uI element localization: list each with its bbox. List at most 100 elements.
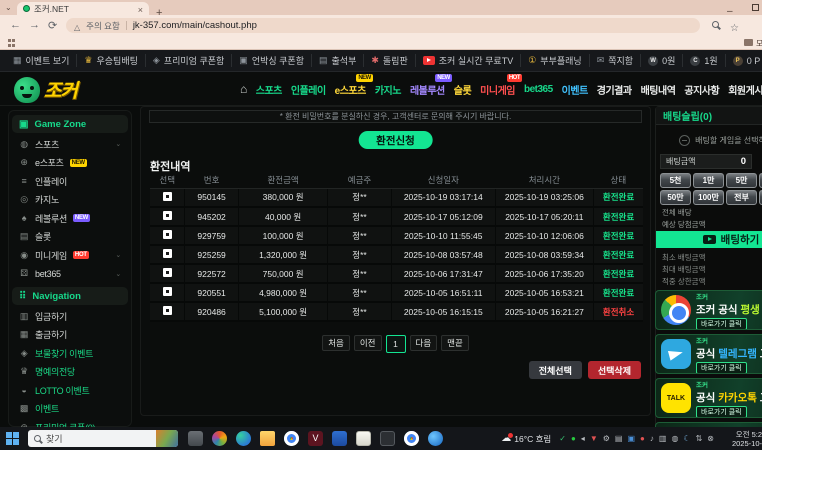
page-last-button[interactable]: 맨끝 <box>441 335 469 351</box>
quick-10k-button[interactable]: 1만 <box>693 173 724 188</box>
nav-notice[interactable]: 공지사항 <box>684 82 719 97</box>
place-bet-button[interactable]: 배팅하기 <box>656 231 762 248</box>
back-button[interactable] <box>10 19 21 31</box>
app-icon-widgets[interactable] <box>188 431 203 446</box>
tray-moon-icon[interactable]: ☾ <box>683 431 690 446</box>
reload-button[interactable] <box>48 19 57 32</box>
file-explorer-icon[interactable] <box>260 431 275 446</box>
select-all-button[interactable]: 전체선택 <box>529 361 582 379</box>
row-checkbox[interactable] <box>163 306 172 315</box>
sidebar-item-sports[interactable]: 스포츠 <box>12 135 128 154</box>
nav-minigame[interactable]: 미니게임HOT <box>480 82 515 97</box>
tray-network-icon[interactable]: ⇅ <box>696 431 703 446</box>
nav-results[interactable]: 경기결과 <box>597 82 632 97</box>
sidebar-item-hall-of-fame[interactable]: 명예의전당 <box>12 363 128 382</box>
quick-1m-button[interactable]: 100만 <box>693 190 724 205</box>
nav-esports[interactable]: e스포츠NEW <box>335 82 366 97</box>
edge-icon[interactable] <box>236 431 251 446</box>
sidebar-item-casino[interactable]: 카지노 <box>12 191 128 210</box>
sidebar-item-event[interactable]: 이벤트 <box>12 400 128 419</box>
nav-sports[interactable]: 스포츠 <box>256 82 282 97</box>
quick-all-button[interactable]: 전부 <box>726 190 757 205</box>
url-text[interactable]: jk-357.com/main/cashout.php <box>133 20 257 31</box>
banner-cta-button[interactable]: 바로가기 클릭 <box>696 362 747 374</box>
nav-event[interactable]: 이벤트 <box>562 82 588 97</box>
nav-inplay[interactable]: 인플레이 <box>291 82 326 97</box>
nav-home-icon[interactable] <box>240 82 247 96</box>
bet-amount-field[interactable]: 배팅금액 0 <box>660 154 752 169</box>
app-icon-notification[interactable] <box>428 431 443 446</box>
page-prev-button[interactable]: 이전 <box>354 335 382 351</box>
quick-5k-button[interactable]: 5천 <box>660 173 691 188</box>
nav-slot[interactable]: 슬롯 <box>454 82 471 97</box>
tray-volume-icon[interactable]: ♪ <box>650 431 654 446</box>
topbar-item-free-tv[interactable]: 조커 실시간 무료TV <box>416 54 521 67</box>
tray-green-dot-icon[interactable]: ● <box>571 431 576 446</box>
sidebar-item-bet365[interactable]: bet365 <box>12 265 128 284</box>
quick-max-button[interactable]: MAX <box>759 190 762 205</box>
movies-icon[interactable] <box>332 431 347 446</box>
banner-cta-button[interactable]: 바로가기 클릭 <box>696 318 747 330</box>
tray-close-icon[interactable]: ⊗ <box>707 431 714 446</box>
zoom-icon[interactable] <box>712 21 719 28</box>
quick-100k-button[interactable]: 10만 <box>759 173 762 188</box>
taskbar-clock[interactable]: 오전 5:2 2025-10- <box>722 430 762 448</box>
taskbar-search[interactable]: 찾기 <box>28 430 178 447</box>
nav-bet-history[interactable]: 배팅내역 <box>641 82 676 97</box>
chrome-active-icon[interactable] <box>404 431 419 446</box>
topbar-item-unboxing-coupon[interactable]: 언박싱 쿠폰함 <box>232 54 312 67</box>
quick-50k-button[interactable]: 5만 <box>726 173 757 188</box>
row-checkbox[interactable] <box>163 287 172 296</box>
topbar-item-premium-coupon[interactable]: 프리미엄 쿠폰함 <box>146 54 232 67</box>
sidebar-item-esports[interactable]: e스포츠NEW <box>12 154 128 173</box>
joker-logo[interactable]: 조커 <box>14 76 77 103</box>
banner-cta-button[interactable]: 바로가기 클릭 <box>696 406 747 418</box>
sidebar-item-slot[interactable]: 슬롯 <box>12 228 128 247</box>
nav-bet365[interactable]: bet365 <box>524 84 553 95</box>
tray-mic-icon[interactable]: ◍ <box>671 431 678 446</box>
all-bookmarks-label[interactable]: 모든 북마크 <box>756 38 762 49</box>
tray-blue-app-icon[interactable]: ▣ <box>627 431 635 446</box>
forward-button[interactable] <box>29 19 40 31</box>
sidebar-item-inplay[interactable]: 인플레이 <box>12 172 128 191</box>
sidebar-item-revolution[interactable]: 레볼루션NEW <box>12 209 128 228</box>
banner-telegram[interactable]: 조커 공식 텔레그램 고객 바로가기 클릭 <box>655 334 762 374</box>
browser-tab[interactable]: 조커.NET <box>17 2 149 15</box>
sidebar-item-withdraw[interactable]: 출금하기 <box>12 326 128 345</box>
banner-kakao[interactable]: TALK 조커 공식 카카오톡 고객 바로가기 클릭 <box>655 378 762 418</box>
banner-domain[interactable]: 조커 조커 공식 평생 도 바로가기 클릭 <box>655 290 762 330</box>
row-checkbox[interactable] <box>163 230 172 239</box>
url-bar[interactable]: 주의 요함 jk-357.com/main/cashout.php <box>66 18 700 33</box>
topbar-item-winner-betting[interactable]: 우승팀배팅 <box>77 54 145 67</box>
apps-grid-icon[interactable] <box>8 39 16 47</box>
page-next-button[interactable]: 다음 <box>410 335 438 351</box>
sidebar-item-deposit[interactable]: 입금하기 <box>12 307 128 326</box>
chrome-icon[interactable] <box>284 431 299 446</box>
row-checkbox[interactable] <box>163 211 172 220</box>
nav-member-board[interactable]: 회원게시판 <box>728 82 762 97</box>
app-icon-v[interactable]: V <box>308 431 323 446</box>
tray-gear-icon[interactable]: ⚙ <box>603 431 610 446</box>
nav-casino[interactable]: 카지노 <box>375 82 401 97</box>
all-bookmarks-folder-icon[interactable] <box>744 39 753 46</box>
row-checkbox[interactable] <box>163 268 172 277</box>
quick-500k-button[interactable]: 50만 <box>660 190 691 205</box>
topbar-item-roulette[interactable]: 돌림판 <box>364 54 415 67</box>
start-button[interactable] <box>6 432 20 446</box>
tray-monitor-icon[interactable]: ▥ <box>659 431 667 446</box>
sidebar-item-lotto-event[interactable]: LOTTO 이벤트 <box>12 381 128 400</box>
security-warning-label[interactable]: 주의 요함 <box>86 20 120 32</box>
username[interactable]: ①부부플래닝 <box>521 54 589 67</box>
sidebar-item-minigame[interactable]: 미니게임HOT <box>12 246 128 265</box>
topbar-item-attendance[interactable]: 출석부 <box>312 54 364 67</box>
page-first-button[interactable]: 처음 <box>322 335 350 351</box>
exchange-request-button[interactable]: 환전신청 <box>358 131 433 149</box>
tray-display-icon[interactable]: ▤ <box>615 431 623 446</box>
photos-icon[interactable] <box>212 431 227 446</box>
bookmark-star-icon[interactable] <box>730 18 739 36</box>
tab-search-chevron-icon[interactable]: ⌄ <box>5 3 12 12</box>
row-checkbox[interactable] <box>163 192 172 201</box>
delete-selected-button[interactable]: 선택삭제 <box>588 361 641 379</box>
topbar-item-events[interactable]: 이벤트 보기 <box>6 54 77 67</box>
page-1-button[interactable]: 1 <box>386 335 406 353</box>
